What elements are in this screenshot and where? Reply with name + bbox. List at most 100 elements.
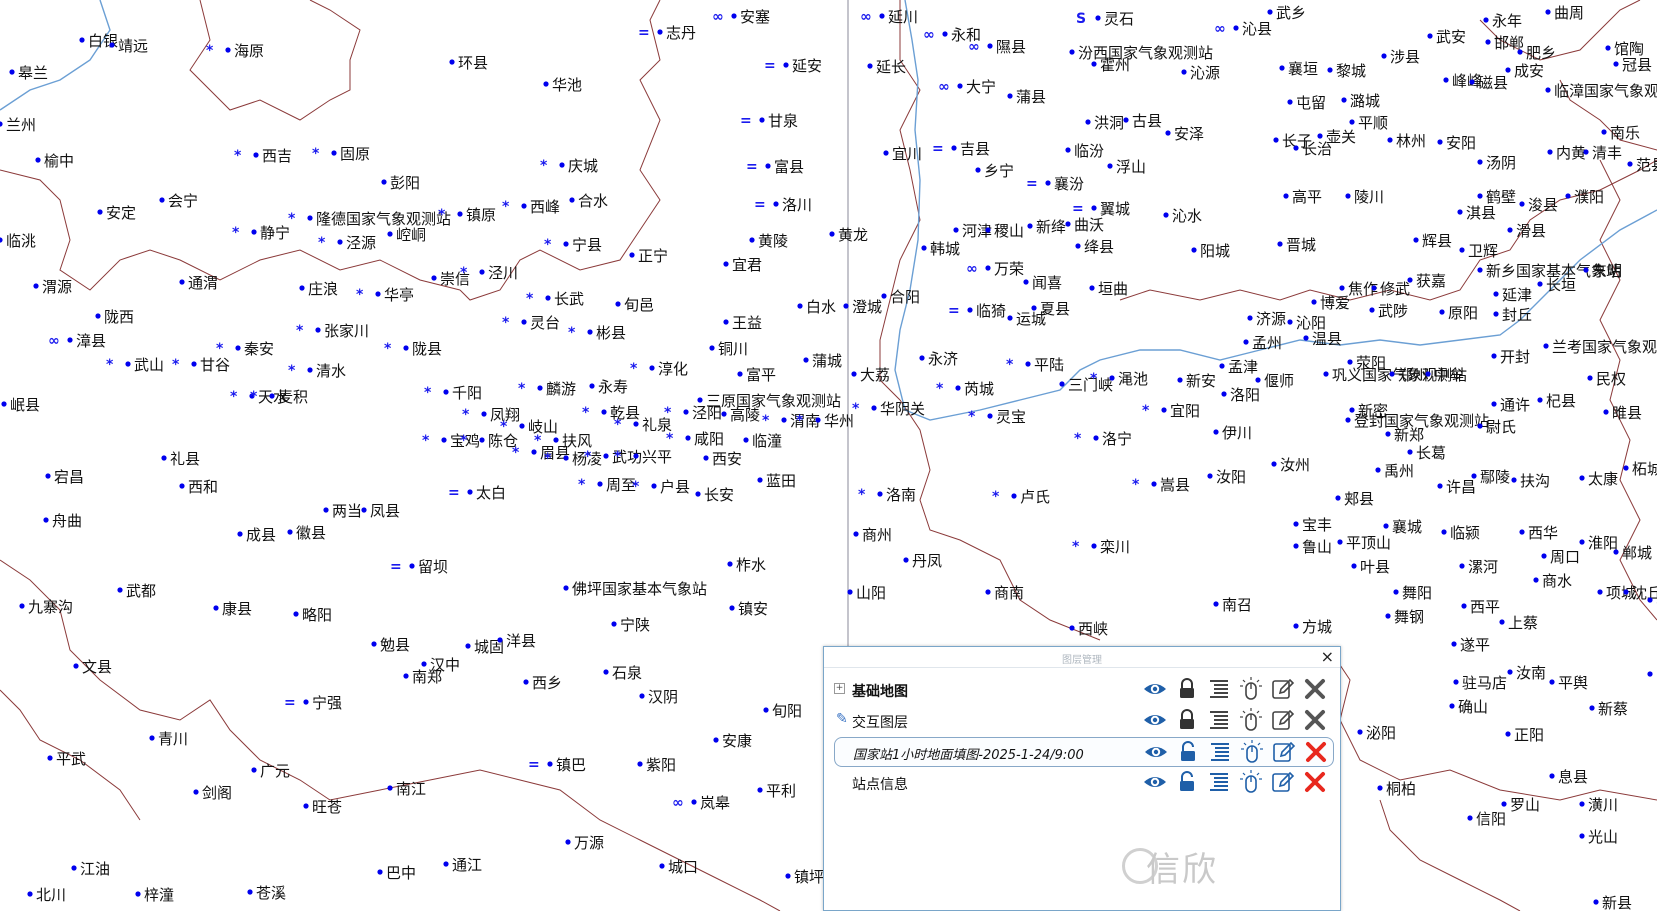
station-marker[interactable]: = 延安 [764,57,822,75]
station-marker[interactable]: 长安 [695,486,734,504]
station-marker[interactable]: 陇西 [95,308,134,326]
station-marker[interactable]: 汝州 [1271,456,1310,474]
station-marker[interactable]: 民权 [1587,370,1626,388]
station-marker[interactable]: 柞水 [727,556,766,574]
station-marker[interactable]: 桐柏 [1377,780,1416,798]
station-marker[interactable]: 康县 [213,600,252,618]
station-marker[interactable]: 陵川 [1345,188,1384,206]
station-marker[interactable]: ∞ 大宁 [938,78,996,96]
station-marker[interactable]: 延津 [1493,286,1532,304]
station-marker[interactable]: 韩城 [921,240,960,258]
station-marker[interactable]: 商水 [1533,572,1572,590]
station-marker[interactable]: 武陟 [1369,302,1408,320]
station-marker[interactable]: 白水 [797,298,836,316]
station-marker[interactable]: 西和 [179,478,218,496]
layer-list-icon[interactable] [1206,770,1232,794]
station-marker[interactable]: * 陇县 [384,340,442,358]
station-marker[interactable]: 华池 [543,76,582,94]
station-marker[interactable]: 临泉 [1647,666,1657,684]
station-marker[interactable]: * 凤翔 [462,406,520,424]
layer-name[interactable]: 基础地图 [852,681,908,701]
edit-icon[interactable] [1270,770,1296,794]
station-marker[interactable]: * 灵台 [502,314,560,332]
station-marker[interactable]: 广元 [251,762,290,780]
station-marker[interactable]: 江油 [71,860,110,878]
station-marker[interactable]: 济源 [1247,310,1286,328]
station-marker[interactable]: 三门峡 [1059,376,1113,394]
edit-icon[interactable] [1271,740,1297,764]
station-marker[interactable]: 林州 [1387,132,1426,150]
layer-manager-panel[interactable]: 图层管理 × + 基础地图 ✎ 交互图层 国家站1小时地面填图-2025-1-24/9:… [823,646,1341,911]
station-marker[interactable]: 新绛 [1027,218,1066,236]
visibility-eye-icon[interactable] [1142,708,1168,732]
station-marker[interactable]: 汝阳 [1207,468,1246,486]
station-marker[interactable]: 峰峰 [1443,72,1482,90]
station-marker[interactable]: 运城 [1007,310,1046,328]
station-marker[interactable]: * 海原 [206,42,264,60]
station-marker[interactable]: 平舆 [1549,674,1588,692]
visibility-eye-icon[interactable] [1142,677,1168,701]
station-marker[interactable]: 平利 [757,782,796,800]
station-marker[interactable]: 曲周 [1545,4,1584,22]
station-marker[interactable]: S 灵石 [1076,10,1134,28]
station-marker[interactable]: * 庆城 [540,157,598,175]
station-marker[interactable]: 舞阳 [1393,584,1432,602]
station-marker[interactable]: 郸城 [1613,544,1652,562]
station-marker[interactable]: 息县 [1549,768,1588,786]
station-marker[interactable]: 宜君 [723,256,762,274]
station-marker[interactable]: * 栾川 [1072,538,1130,556]
station-marker[interactable]: 铜川 [709,340,748,358]
station-marker[interactable]: 扶沟 [1511,472,1550,490]
station-marker[interactable]: = 临猗 [948,302,1006,320]
station-marker[interactable]: 正宁 [629,247,668,265]
station-marker[interactable]: 通渭 [179,274,218,292]
expand-toggle-icon[interactable]: + [834,683,845,694]
station-marker[interactable]: 富平 [737,366,776,384]
station-marker[interactable]: 漯河 [1459,558,1498,576]
station-marker[interactable]: 内黄 [1547,144,1586,162]
station-marker[interactable]: 涉县 [1381,48,1420,66]
station-marker[interactable]: 新安 [1177,372,1216,390]
station-marker[interactable]: 彭阳 [381,174,420,192]
station-marker[interactable]: 剑阁 [193,784,232,802]
station-marker[interactable]: 舟曲 [43,512,82,530]
station-marker[interactable]: 梓潼 [135,886,174,904]
station-marker[interactable]: 兰考国家气象观测站 [1543,338,1657,356]
delete-icon[interactable] [1302,677,1328,701]
station-marker[interactable]: 博爱 [1311,294,1350,312]
station-marker[interactable]: 榆中 [35,152,74,170]
station-marker[interactable]: 宁陕 [611,616,650,634]
station-marker[interactable]: 绛县 [1075,238,1114,256]
station-marker[interactable]: 潢川 [1579,796,1618,814]
lock-icon[interactable] [1174,708,1200,732]
station-marker[interactable]: 岷县 [1,396,40,414]
station-marker[interactable]: 合水 [569,192,608,210]
station-marker[interactable]: 黄陵 [749,232,788,250]
station-marker[interactable]: = 甘泉 [740,112,798,130]
station-marker[interactable]: 鄢陵 [1471,468,1510,486]
station-marker[interactable]: * 甘谷 [172,356,230,374]
station-marker[interactable]: * 泾源 [318,234,376,252]
station-marker[interactable]: 旺苍 [303,798,342,816]
layer-list-icon[interactable] [1207,740,1233,764]
mouse-interaction-icon[interactable] [1238,770,1264,794]
station-marker[interactable]: 高平 [1283,188,1322,206]
lock-icon[interactable] [1174,677,1200,701]
close-icon[interactable]: × [1321,648,1334,666]
station-marker[interactable]: 开封 [1491,348,1530,366]
station-marker[interactable]: 泌阳 [1357,724,1396,742]
station-marker[interactable]: 两当 [323,502,362,520]
station-marker[interactable]: * 华阴关 [852,400,925,418]
station-marker[interactable]: * 张家川 [296,322,369,340]
station-marker[interactable]: * 洛南 [858,486,916,504]
station-marker[interactable]: 渭源 [33,278,72,296]
station-marker[interactable]: 汤阴 [1477,154,1516,172]
station-marker[interactable]: = 翼城 [1072,200,1130,218]
station-marker[interactable]: 清丰 [1583,144,1622,162]
station-marker[interactable]: * 芮城 [936,380,994,398]
station-marker[interactable]: = 留坝 [390,558,448,576]
station-marker[interactable]: 柘城 [1623,460,1657,478]
station-marker[interactable]: 西华 [1519,524,1558,542]
station-marker[interactable]: 黄龙 [829,226,868,244]
station-marker[interactable]: 辉县 [1413,232,1452,250]
